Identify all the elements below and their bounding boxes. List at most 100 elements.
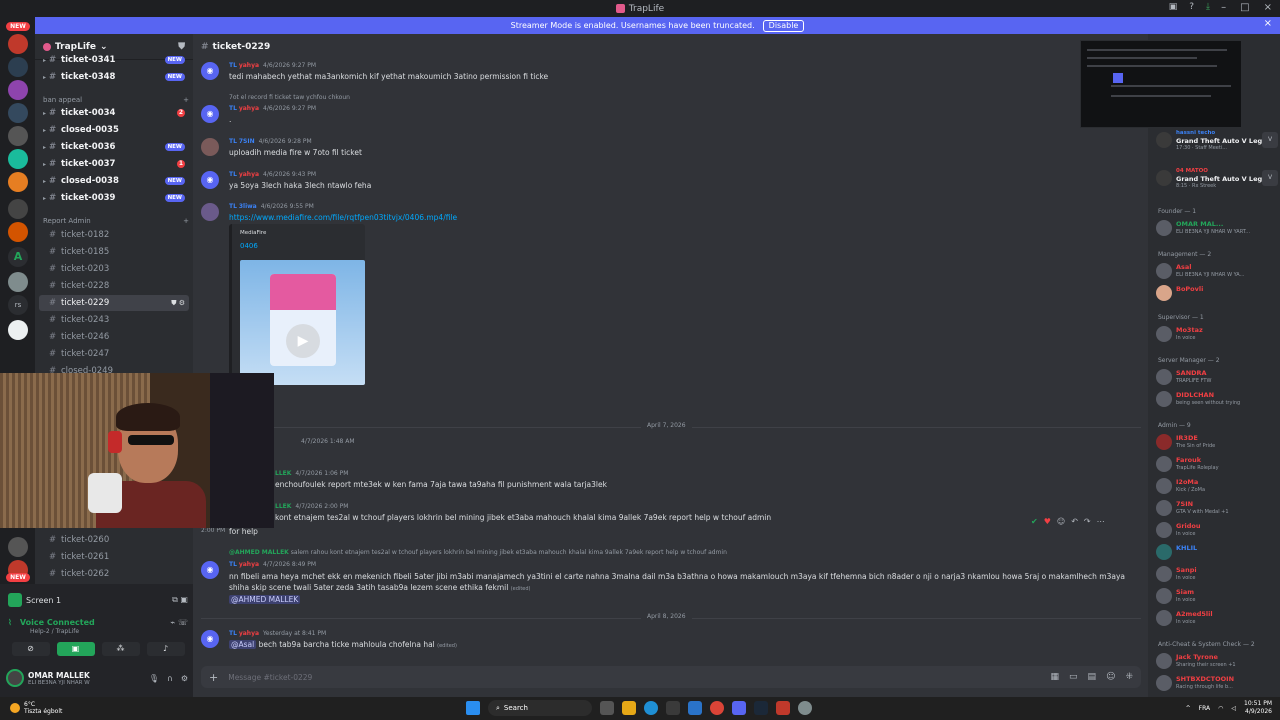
guild-icon[interactable]: [8, 103, 28, 123]
member-item[interactable]: A2med5lil In voice: [1156, 608, 1278, 628]
more-icon[interactable]: ⋯: [1097, 517, 1105, 526]
embed-thumbnail[interactable]: ▶: [240, 260, 365, 385]
member-item[interactable]: Jack Tyrone Sharing their screen +1: [1156, 651, 1278, 671]
guild-icon[interactable]: [8, 149, 28, 169]
guild-icon[interactable]: [8, 80, 28, 100]
channel-item[interactable]: ▸ # ticket-0036 NEW: [39, 139, 189, 155]
member-item[interactable]: 04 MATOO Grand Theft Auto V Legacy 8:15 …: [1156, 168, 1278, 189]
emoji-icon[interactable]: ☺: [1057, 517, 1065, 526]
clock[interactable]: 10:51 PM 4/9/2026: [1244, 700, 1272, 716]
member-item[interactable]: I2oMa Kick / ZoMa: [1156, 476, 1278, 496]
reply-preview[interactable]: 7ot el record fi ticket taw ychfou chkou…: [229, 94, 350, 101]
member-item[interactable]: Gridou In voice: [1156, 520, 1278, 540]
add-channel-icon[interactable]: +: [183, 217, 189, 225]
channel-item-active[interactable]: # ticket-0229 ⛊ ⚙: [39, 295, 189, 311]
link-embed[interactable]: MediaFire 0406 ▶: [229, 224, 365, 385]
channel-item[interactable]: # ticket-0262: [39, 566, 189, 582]
heart-reaction-icon[interactable]: ♥: [1044, 517, 1051, 526]
channel-item[interactable]: # ticket-0246: [39, 329, 189, 345]
member-item[interactable]: 7SIN GTA V with Medal +1: [1156, 498, 1278, 518]
guild-icon[interactable]: [8, 537, 28, 557]
message-link[interactable]: https://www.mediafire.com/file/rqtfpen03…: [229, 213, 457, 222]
member-item[interactable]: SHTBXDCTOOIN Racing through life b...: [1156, 673, 1278, 693]
screen-share-button[interactable]: ▣: [56, 642, 95, 656]
minimize-icon[interactable]: –: [1221, 2, 1226, 13]
guild-icon[interactable]: [8, 126, 28, 146]
mail-icon[interactable]: [688, 701, 702, 715]
guild-icon[interactable]: [8, 199, 28, 219]
attach-plus-icon[interactable]: +: [209, 671, 218, 684]
message[interactable]: ◉ TL yahya Yesterday at 8:41 PM @Asal bec…: [201, 630, 1141, 654]
sticker-icon[interactable]: ▤: [1088, 672, 1097, 682]
guild-icon[interactable]: [8, 272, 28, 292]
steam-icon[interactable]: [754, 701, 768, 715]
message[interactable]: 4/7/2026 1:48 AM: [201, 438, 1141, 452]
camera-off-button[interactable]: ⊘: [11, 642, 50, 656]
member-item[interactable]: DIDLCHAN being seen without trying: [1156, 389, 1278, 409]
wifi-icon[interactable]: ◠: [1218, 705, 1223, 712]
message[interactable]: ◉ TL yahya 4/7/2026 8:49 PM nn fibeli ama…: [201, 561, 1141, 605]
chrome-icon[interactable]: [710, 701, 724, 715]
current-user[interactable]: OMAR MALLEK ELI BE3NA YJI NHAR W 🎙 ∩ ⚙: [6, 666, 188, 690]
mic-icon[interactable]: 🎙: [149, 674, 159, 683]
channel-item[interactable]: # ticket-0260: [39, 532, 189, 548]
voice-connected-label[interactable]: ⌇ Voice Connected ⌁ ☏: [8, 618, 188, 627]
guild-icon[interactable]: [8, 57, 28, 77]
tray-chevron-icon[interactable]: ^: [1186, 705, 1191, 712]
taskbar-search[interactable]: ⌕ Search: [488, 700, 592, 716]
headphones-icon[interactable]: ∩: [167, 674, 173, 683]
message[interactable]: ◉ TL yahya 4/6/2026 9:27 PM .: [201, 105, 1141, 129]
member-item[interactable]: SANDRA TRAPLIFE FTW: [1156, 367, 1278, 387]
edge-icon[interactable]: [644, 701, 658, 715]
maximize-icon[interactable]: □: [1240, 2, 1249, 13]
channel-item[interactable]: ▸ # ticket-0037 1: [39, 156, 189, 172]
inbox-icon[interactable]: ▣: [1169, 2, 1178, 12]
guild-icon[interactable]: A: [8, 247, 28, 267]
member-item[interactable]: KHLIL: [1156, 542, 1278, 562]
user-mention[interactable]: @AHMED MALLEK: [229, 595, 301, 604]
disconnect-icon[interactable]: ⌁ ☏: [170, 618, 188, 627]
file-explorer-icon[interactable]: [622, 701, 636, 715]
invite-settings-icon[interactable]: ⛊ ⚙: [171, 299, 185, 308]
forward-icon[interactable]: ↷: [1084, 517, 1091, 526]
channel-item[interactable]: ▸ # closed-0035: [39, 122, 189, 138]
weather-widget[interactable]: 6°C Tiszta égbolt: [10, 701, 62, 715]
member-item[interactable]: hassni techo Grand Theft Auto V Legacy 1…: [1156, 130, 1278, 151]
member-item[interactable]: IR3DE The Sin of Pride: [1156, 432, 1278, 452]
member-item[interactable]: BoPovli: [1156, 283, 1278, 303]
add-channel-icon[interactable]: +: [183, 96, 189, 104]
message[interactable]: 2:00 PM for help: [201, 527, 1141, 539]
message[interactable]: LLEK 4/7/2026 2:00 PM kont etnajem tes2al…: [201, 503, 1141, 527]
embed-title[interactable]: 0406: [240, 242, 258, 250]
message[interactable]: LLEK 4/7/2026 1:06 PM enchoufoulek report…: [201, 470, 1141, 494]
add-member-icon[interactable]: ⛊: [178, 42, 185, 52]
channel-item[interactable]: ▸ # closed-0038 NEW: [39, 173, 189, 189]
user-mention[interactable]: @Asal: [229, 640, 257, 649]
apps-icon[interactable]: ⁜: [1125, 672, 1133, 682]
check-reaction-icon[interactable]: ✔: [1031, 517, 1038, 526]
settings-gear-icon[interactable]: ⚙: [181, 674, 188, 683]
channel-item[interactable]: # ticket-0228: [39, 278, 189, 294]
message[interactable]: ◉ TL yahya 4/6/2026 9:43 PM ya 5oya 3lech…: [201, 171, 1141, 195]
discord-icon[interactable]: [732, 701, 746, 715]
message-composer[interactable]: + Message #ticket-0229 ▦ ▭ ▤ ☺ ⁜: [201, 666, 1141, 688]
member-item[interactable]: Mo3taz In voice: [1156, 324, 1278, 344]
message[interactable]: ◉ TL yahya 4/6/2026 9:27 PM tedi mahabech…: [201, 62, 1141, 86]
message[interactable]: TL 7SIN 4/6/2026 9:28 PM uploadih media f…: [201, 138, 1141, 162]
category-report-admin[interactable]: Report Admin +: [43, 215, 189, 227]
emoji-icon[interactable]: ☺: [1106, 672, 1115, 682]
message-input[interactable]: Message #ticket-0229: [228, 673, 312, 682]
download-icon[interactable]: ⤓: [1206, 2, 1210, 12]
store-icon[interactable]: [666, 701, 680, 715]
activity-button[interactable]: ⁂: [101, 642, 140, 656]
channel-item[interactable]: ▸ # ticket-0341 NEW: [39, 52, 189, 68]
disable-streamer-button[interactable]: Disable: [762, 19, 805, 32]
volume-icon[interactable]: ◁: [1231, 705, 1236, 712]
channel-item[interactable]: # ticket-0247: [39, 346, 189, 362]
reply-icon[interactable]: ↶: [1071, 517, 1078, 526]
gif-icon[interactable]: ▭: [1069, 672, 1078, 682]
channel-item[interactable]: ▸ # ticket-0039 NEW: [39, 190, 189, 206]
task-view-icon[interactable]: [600, 701, 614, 715]
help-icon[interactable]: ?: [1189, 2, 1194, 12]
channel-item[interactable]: # ticket-0185: [39, 244, 189, 260]
